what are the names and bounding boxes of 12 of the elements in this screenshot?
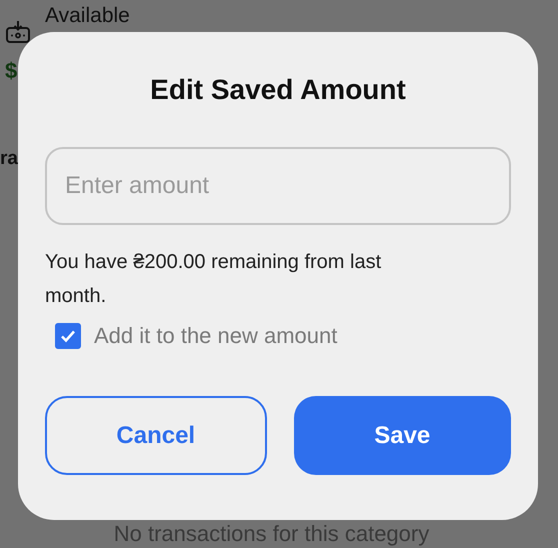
amount-text: $ bbox=[5, 58, 18, 84]
dialog-title: Edit Saved Amount bbox=[149, 74, 407, 106]
checkbox[interactable] bbox=[55, 323, 81, 349]
empty-message: No transactions for this category bbox=[114, 521, 430, 546]
checkbox-label[interactable]: Add it to the new amount bbox=[94, 323, 338, 349]
available-label: Available bbox=[45, 4, 130, 28]
remaining-text: You have ₴200.00 remaining from last month. bbox=[45, 250, 382, 309]
section-title: ra bbox=[0, 148, 18, 170]
amount-field[interactable]: Enter amount bbox=[45, 147, 511, 225]
cancel-button[interactable]: Cancel bbox=[45, 396, 266, 475]
save-button[interactable]: Save bbox=[294, 396, 511, 475]
wallet-icon bbox=[5, 20, 31, 44]
